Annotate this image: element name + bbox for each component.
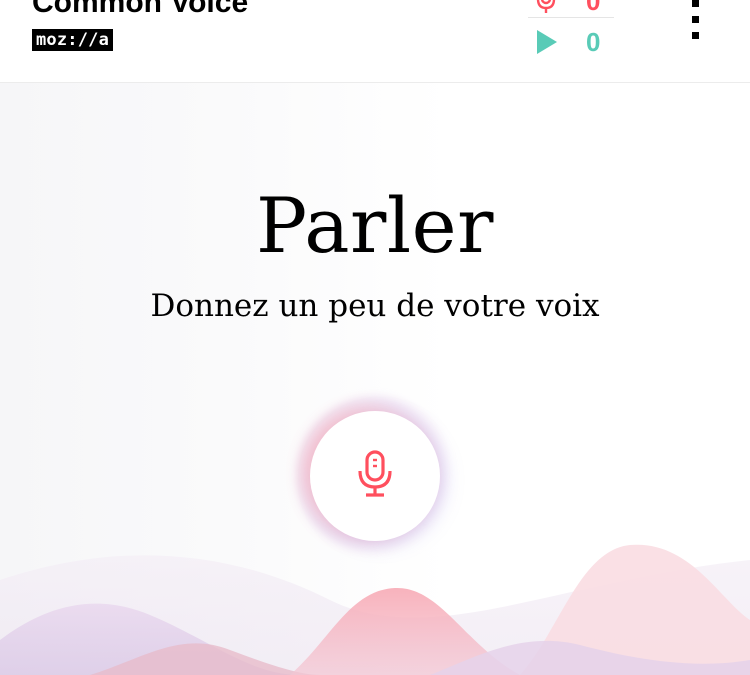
vertical-dots-icon bbox=[691, 0, 699, 7]
speak-counter[interactable]: 0 bbox=[528, 0, 614, 18]
app-title[interactable]: Common Voice bbox=[32, 0, 248, 18]
listen-count: 0 bbox=[586, 27, 601, 57]
play-icon bbox=[532, 28, 560, 56]
mozilla-logo[interactable]: moz://a bbox=[32, 29, 114, 51]
menu-button[interactable] bbox=[680, 0, 710, 40]
listen-counter[interactable]: 0 bbox=[528, 25, 614, 59]
speak-count: 0 bbox=[586, 0, 601, 16]
menu-dot bbox=[691, 16, 699, 23]
sound-waves-decoration bbox=[0, 544, 750, 675]
page-subtitle: Donnez un peu de votre voix bbox=[150, 288, 600, 324]
page-title: Parler bbox=[256, 181, 494, 270]
microphone-icon bbox=[532, 0, 560, 15]
microphone-icon bbox=[355, 449, 395, 504]
menu-dot bbox=[691, 32, 699, 39]
page: Common Voice moz://a 0 0 Parler Donnez u… bbox=[0, 0, 750, 675]
contribution-counters: 0 0 bbox=[528, 0, 614, 82]
counter-divider bbox=[528, 17, 614, 18]
top-bar: Common Voice moz://a 0 0 bbox=[0, 0, 750, 83]
